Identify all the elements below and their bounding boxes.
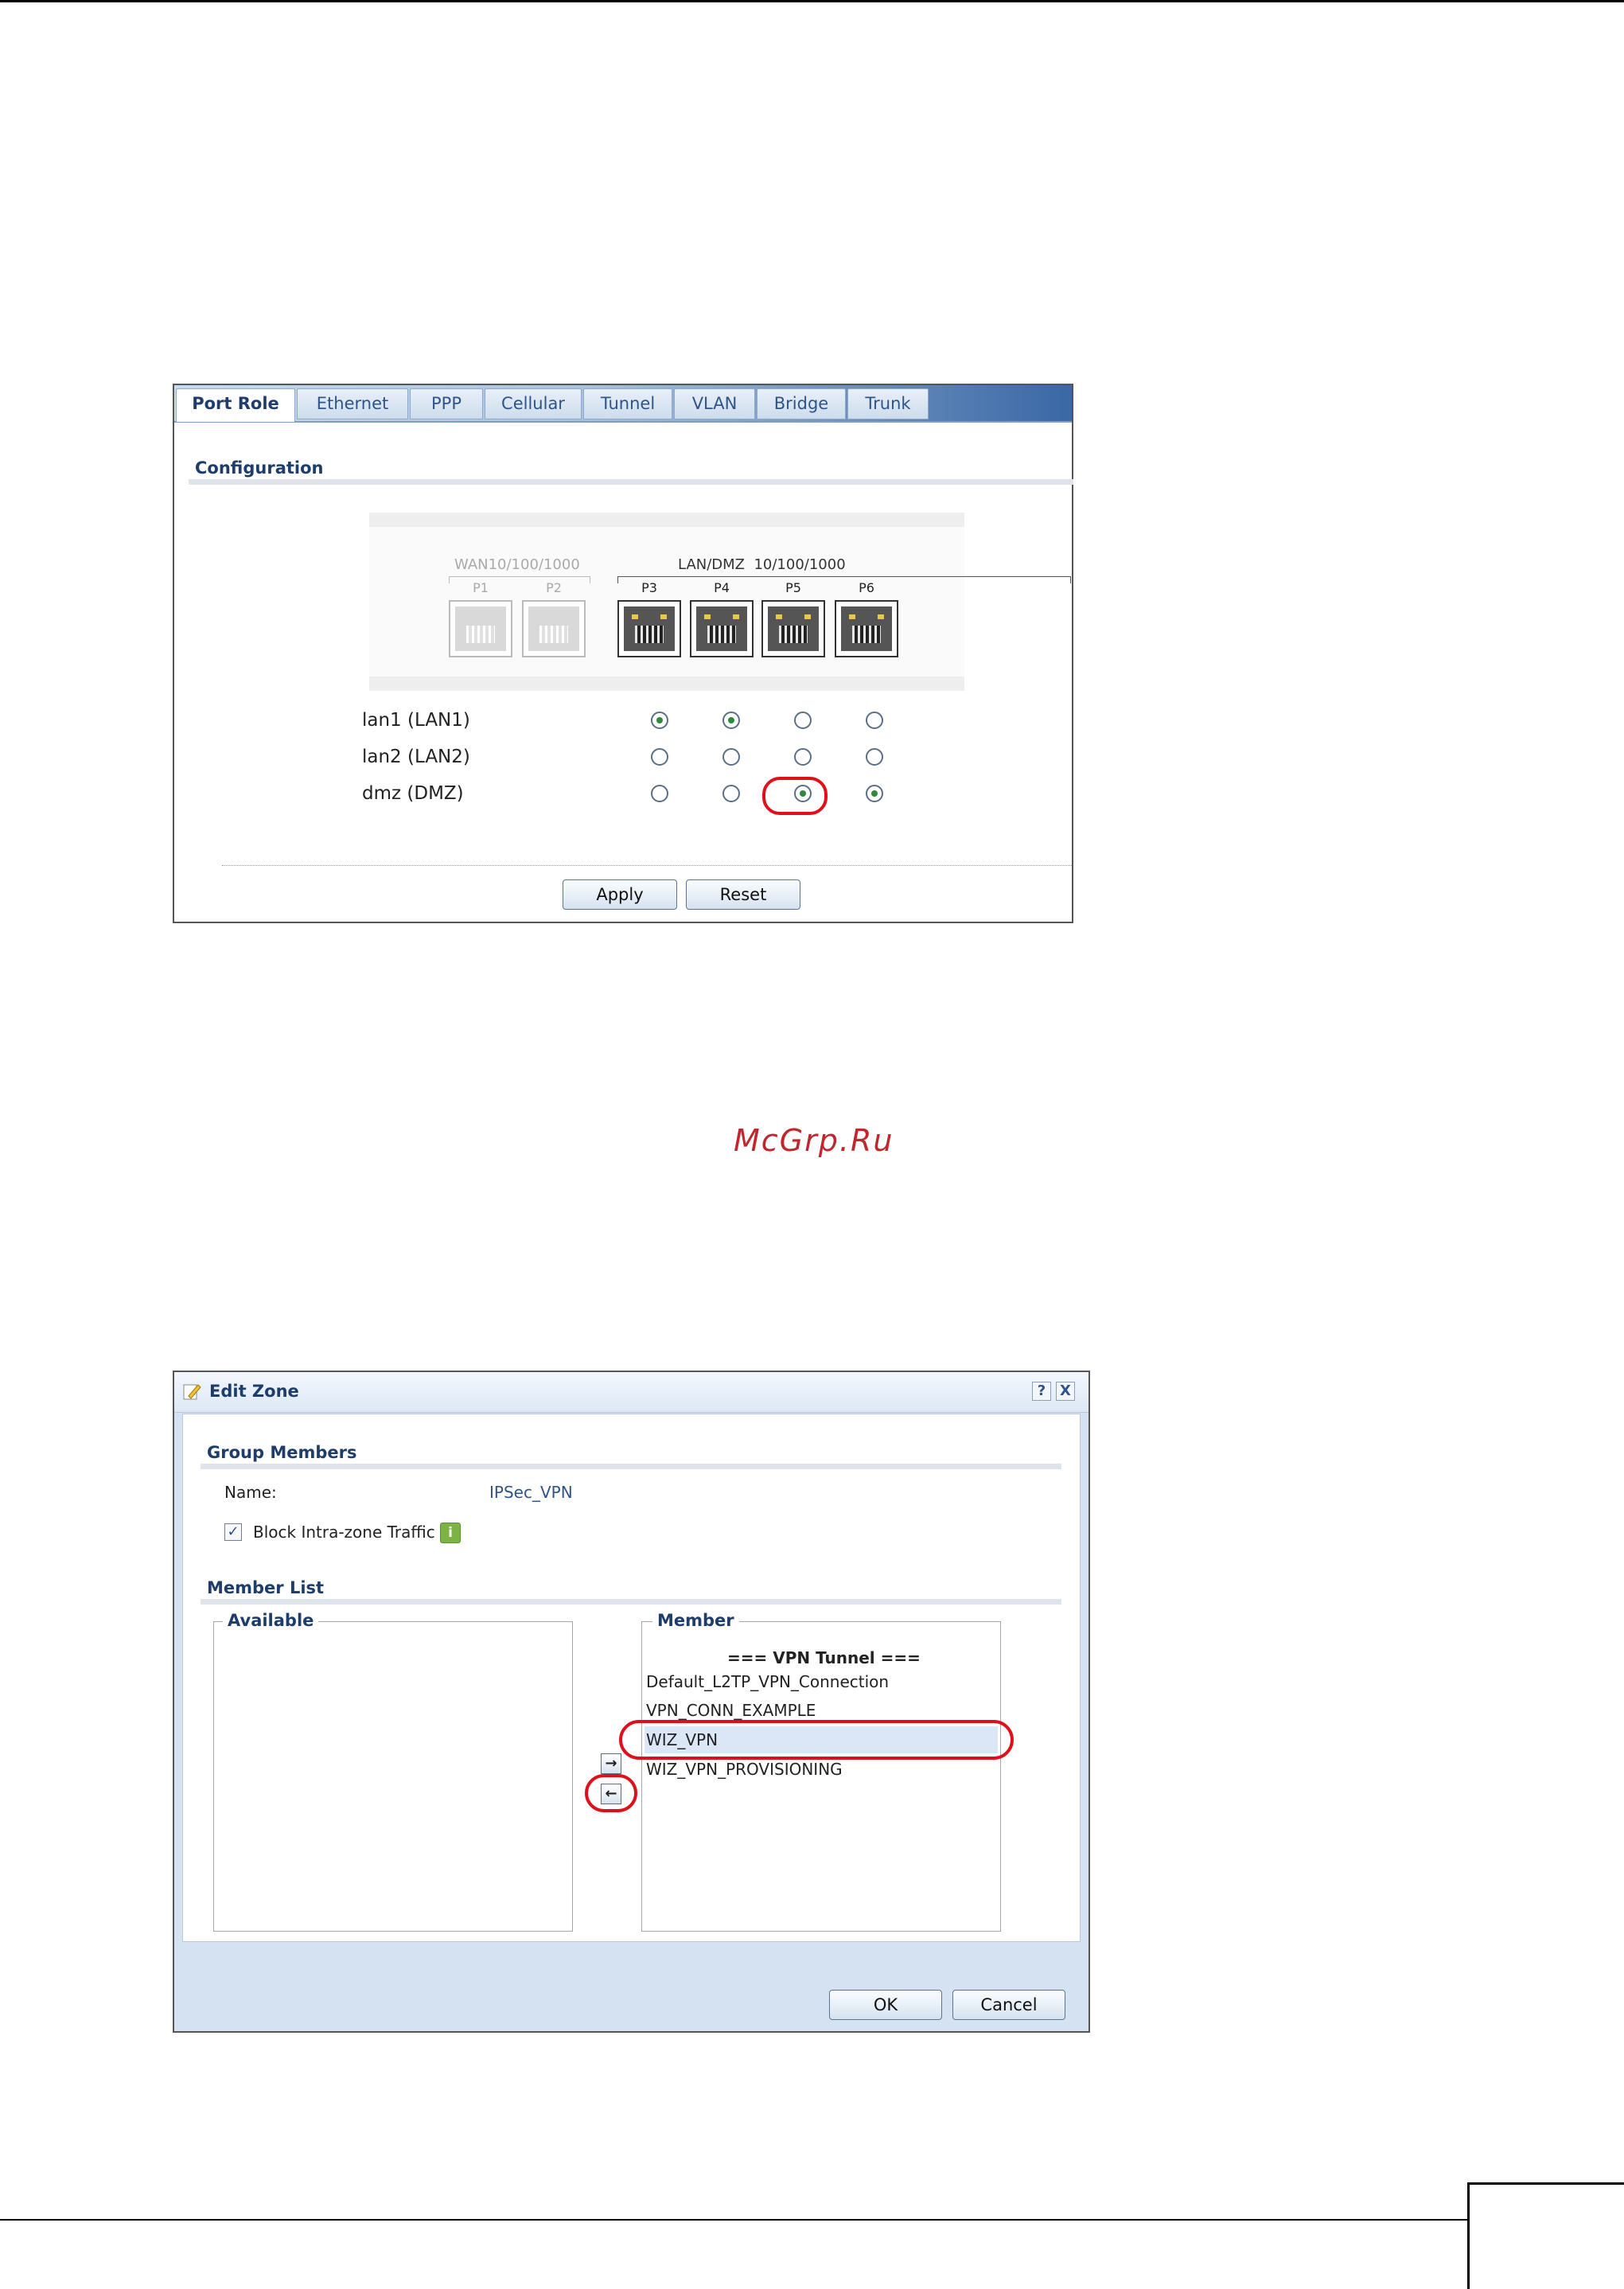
add-member-arrow-button[interactable]: → — [601, 1753, 621, 1774]
port-role-radio[interactable] — [722, 748, 740, 766]
lan-group-label: LAN/DMZ 10/100/1000 — [678, 556, 846, 573]
group-members-title: Group Members — [207, 1443, 357, 1462]
tab-cellular[interactable]: Cellular — [485, 388, 582, 419]
edit-pencil-icon — [182, 1382, 201, 1404]
member-list-title: Member List — [207, 1578, 325, 1597]
wan-group-label: WAN10/100/1000 — [454, 556, 580, 573]
list-item[interactable]: Default_L2TP_VPN_Connection — [646, 1672, 889, 1691]
tab-ethernet[interactable]: Ethernet — [297, 388, 408, 419]
tab-port-role[interactable]: Port Role — [176, 388, 295, 422]
list-item[interactable]: WIZ_VPN_PROVISIONING — [646, 1760, 843, 1779]
tab-bridge[interactable]: Bridge — [757, 388, 846, 419]
block-intra-zone-label: Block Intra-zone Traffic — [253, 1523, 435, 1542]
footer-divider — [222, 865, 1072, 866]
tab-tunnel[interactable]: Tunnel — [583, 388, 672, 419]
row-label-dmz: dmz (DMZ) — [362, 783, 464, 804]
ethernet-port-icon — [690, 600, 754, 657]
edit-zone-dialog: Edit Zone ? X Group Members Name: IPSec_… — [173, 1371, 1090, 2033]
port-role-radio[interactable] — [794, 712, 812, 729]
member-group-header: === VPN Tunnel === — [727, 1648, 921, 1667]
ethernet-port-icon — [835, 600, 898, 657]
port-label-p2: P2 — [546, 580, 562, 595]
port-role-radio[interactable] — [722, 712, 740, 729]
help-icon[interactable]: ? — [1032, 1382, 1051, 1401]
name-label: Name: — [224, 1483, 277, 1502]
bottom-rule — [0, 2219, 1467, 2221]
available-legend: Available — [223, 1611, 319, 1630]
port-role-radio[interactable] — [866, 712, 883, 729]
ethernet-port-icon — [449, 600, 512, 657]
watermark: McGrp.Ru — [734, 1123, 894, 1158]
row-label-lan2: lan2 (LAN2) — [362, 747, 470, 767]
port-role-radio[interactable] — [866, 748, 883, 766]
highlight-dmz-p5 — [762, 777, 828, 815]
top-rule — [0, 0, 1624, 2]
ethernet-port-icon — [761, 600, 825, 657]
port-role-radio[interactable] — [722, 785, 740, 802]
port-role-radio[interactable] — [651, 785, 668, 802]
port-label-p4: P4 — [714, 580, 730, 595]
tab-bar: Port Role Ethernet PPP Cellular Tunnel V… — [174, 385, 1072, 423]
configuration-title: Configuration — [195, 458, 324, 478]
tab-trunk[interactable]: Trunk — [847, 388, 929, 419]
port-label-p5: P5 — [785, 580, 801, 595]
available-list[interactable] — [213, 1621, 573, 1932]
reset-button[interactable]: Reset — [686, 879, 800, 910]
port-label-p6: P6 — [859, 580, 874, 595]
port-role-panel: Port Role Ethernet PPP Cellular Tunnel V… — [173, 384, 1073, 923]
dialog-title-bar: Edit Zone ? X — [174, 1372, 1089, 1413]
configuration-divider — [189, 479, 1073, 485]
block-intra-zone-checkbox[interactable]: ✓ — [224, 1523, 242, 1541]
ethernet-port-icon — [522, 600, 586, 657]
apply-button[interactable]: Apply — [563, 879, 677, 910]
highlight-remove-button — [585, 1774, 637, 1812]
cancel-button[interactable]: Cancel — [952, 1990, 1065, 2020]
port-role-radio[interactable] — [651, 712, 668, 729]
port-label-p3: P3 — [641, 580, 657, 595]
group-members-divider — [201, 1464, 1061, 1469]
port-role-radio[interactable] — [866, 785, 883, 802]
tab-vlan[interactable]: VLAN — [674, 388, 755, 419]
member-list-divider — [201, 1599, 1061, 1605]
port-role-radio[interactable] — [794, 748, 812, 766]
ok-button[interactable]: OK — [829, 1990, 942, 2020]
row-label-lan1: lan1 (LAN1) — [362, 710, 470, 731]
tab-ppp[interactable]: PPP — [410, 388, 483, 419]
close-icon[interactable]: X — [1056, 1382, 1075, 1401]
dialog-title: Edit Zone — [209, 1382, 299, 1401]
ethernet-port-icon — [617, 600, 681, 657]
page-number-box — [1467, 2182, 1624, 2289]
port-role-radio[interactable] — [651, 748, 668, 766]
list-item[interactable]: VPN_CONN_EXAMPLE — [646, 1701, 816, 1720]
dialog-body: Group Members Name: IPSec_VPN ✓ Block In… — [182, 1414, 1081, 1942]
info-icon[interactable]: i — [440, 1523, 461, 1543]
port-label-p1: P1 — [473, 580, 489, 595]
zone-name-value: IPSec_VPN — [489, 1483, 573, 1502]
highlight-wiz-vpn — [619, 1720, 1014, 1760]
member-legend: Member — [652, 1611, 739, 1630]
